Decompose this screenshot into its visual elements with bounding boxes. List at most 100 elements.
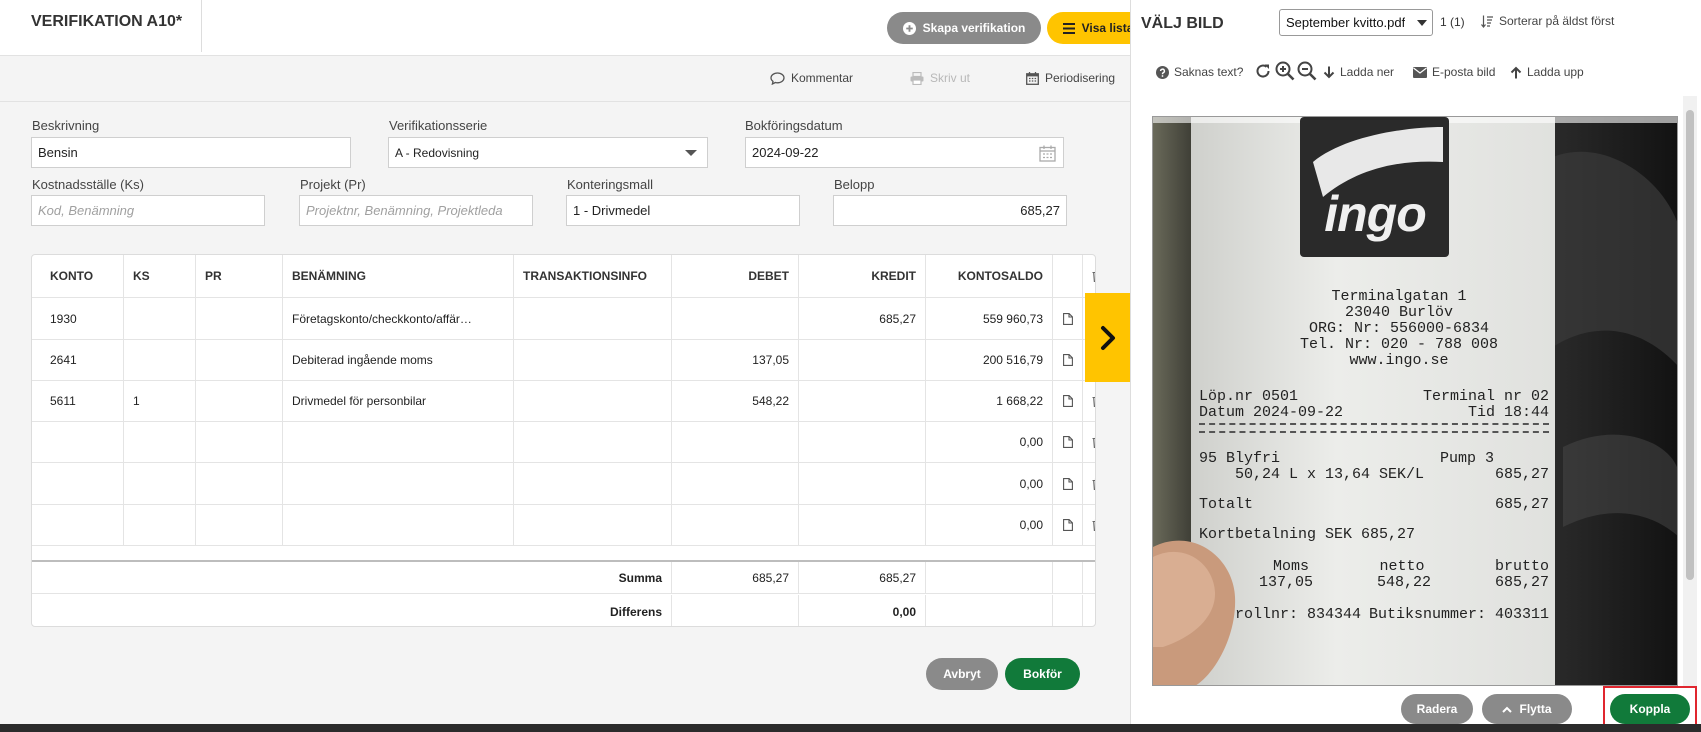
delete-row-button[interactable] bbox=[1083, 422, 1095, 462]
cell-pr[interactable] bbox=[196, 381, 283, 421]
cell-konto[interactable]: 5611 bbox=[32, 381, 124, 421]
cell-info[interactable] bbox=[514, 381, 672, 421]
cell-benamning[interactable]: Företagskonto/checkkonto/affär… bbox=[283, 298, 514, 339]
zoom-in-icon[interactable] bbox=[1275, 61, 1295, 81]
scrollbar-thumb[interactable] bbox=[1686, 110, 1694, 580]
cell-ks[interactable] bbox=[124, 505, 196, 545]
cell-ks[interactable] bbox=[124, 340, 196, 380]
table-row[interactable]: 5611 1 Drivmedel för personbilar 548,22 1 66… bbox=[32, 381, 1095, 422]
cell-info[interactable] bbox=[514, 340, 672, 380]
cost-center-input[interactable]: Kod, Benämning bbox=[31, 195, 265, 226]
booking-date-label: Bokföringsdatum bbox=[745, 118, 843, 133]
cell-benamning[interactable]: Debiterad ingående moms bbox=[283, 340, 514, 380]
cell-ks[interactable]: 1 bbox=[124, 381, 196, 421]
book-button[interactable]: Bokför bbox=[1005, 658, 1080, 690]
cell-pr[interactable] bbox=[196, 298, 283, 339]
table-row[interactable]: 2641 Debiterad ingående moms 137,05 200 516… bbox=[32, 340, 1095, 381]
cell-ks[interactable] bbox=[124, 463, 196, 504]
series-label: Verifikationsserie bbox=[389, 118, 488, 133]
cell-benamning[interactable]: Drivmedel för personbilar bbox=[283, 381, 514, 421]
delete-button[interactable]: Radera bbox=[1401, 694, 1473, 724]
cell-benamning[interactable] bbox=[283, 505, 514, 545]
description-input[interactable]: Bensin bbox=[31, 137, 351, 168]
cell-debet[interactable] bbox=[672, 505, 799, 545]
series-select[interactable]: A - Redovisning bbox=[388, 137, 708, 168]
cell-saldo[interactable]: 559 960,73 bbox=[926, 298, 1053, 339]
receipt-image[interactable]: ingo Terminalgatan 1 23040 Burlöv ORG: Nr:… bbox=[1152, 116, 1678, 686]
cell-debet[interactable] bbox=[672, 298, 799, 339]
file-select[interactable]: September kvitto.pdf bbox=[1279, 9, 1433, 36]
cell-konto[interactable] bbox=[32, 463, 124, 504]
cell-kredit[interactable] bbox=[799, 505, 926, 545]
comment-button[interactable]: Kommentar bbox=[770, 71, 853, 85]
cell-konto[interactable] bbox=[32, 422, 124, 462]
table-row[interactable]: 0,00 bbox=[32, 422, 1095, 463]
rotate-icon[interactable] bbox=[1255, 63, 1271, 79]
project-input[interactable]: Projektnr, Benämning, Projektleda bbox=[299, 195, 533, 226]
collapse-panel-button[interactable] bbox=[1085, 293, 1130, 382]
booking-date-input[interactable]: 2024-09-22 bbox=[745, 137, 1064, 168]
cell-konto[interactable]: 1930 bbox=[32, 298, 124, 339]
delete-row-button[interactable] bbox=[1083, 463, 1095, 504]
table-row[interactable]: 1930 Företagskonto/checkkonto/affär… 685,2… bbox=[32, 298, 1095, 340]
attach-file-button[interactable] bbox=[1053, 422, 1083, 462]
cell-debet[interactable]: 137,05 bbox=[672, 340, 799, 380]
cell-kredit[interactable] bbox=[799, 422, 926, 462]
cell-saldo[interactable]: 200 516,79 bbox=[926, 340, 1053, 380]
delete-all-button[interactable] bbox=[1083, 255, 1095, 297]
cell-konto[interactable] bbox=[32, 505, 124, 545]
cell-konto[interactable]: 2641 bbox=[32, 340, 124, 380]
cell-saldo[interactable]: 0,00 bbox=[926, 463, 1053, 504]
move-button[interactable]: Flytta bbox=[1482, 694, 1572, 724]
table-row[interactable]: 0,00 bbox=[32, 463, 1095, 505]
print-button[interactable]: Skriv ut bbox=[910, 71, 970, 85]
cell-pr[interactable] bbox=[196, 463, 283, 504]
cell-pr[interactable] bbox=[196, 505, 283, 545]
attach-file-button[interactable] bbox=[1053, 505, 1083, 545]
cell-ks[interactable] bbox=[124, 422, 196, 462]
file-icon bbox=[1062, 354, 1073, 366]
cell-benamning[interactable] bbox=[283, 463, 514, 504]
attach-file-button[interactable] bbox=[1053, 463, 1083, 504]
cell-ks[interactable] bbox=[124, 298, 196, 339]
cancel-button[interactable]: Avbryt bbox=[926, 658, 998, 690]
cell-info[interactable] bbox=[514, 463, 672, 504]
cell-kredit[interactable] bbox=[799, 381, 926, 421]
cell-saldo[interactable]: 0,00 bbox=[926, 422, 1053, 462]
delete-row-button[interactable] bbox=[1083, 505, 1095, 545]
cell-kredit[interactable] bbox=[799, 340, 926, 380]
missing-text-button[interactable]: Saknas text? bbox=[1156, 65, 1243, 79]
cell-saldo[interactable]: 1 668,22 bbox=[926, 381, 1053, 421]
attach-file-button[interactable] bbox=[1053, 381, 1083, 421]
attach-file-button[interactable] bbox=[1053, 298, 1083, 339]
sort-button[interactable]: Sorterar på äldst först bbox=[1481, 14, 1614, 28]
accrual-button[interactable]: Periodisering bbox=[1026, 71, 1115, 85]
download-button[interactable]: Ladda ner bbox=[1323, 65, 1394, 79]
col-info: TRANSAKTIONSINFO bbox=[514, 255, 672, 297]
delete-row-button[interactable] bbox=[1083, 381, 1095, 421]
cell-benamning[interactable] bbox=[283, 422, 514, 462]
cell-info[interactable] bbox=[514, 298, 672, 339]
cell-pr[interactable] bbox=[196, 422, 283, 462]
zoom-out-icon[interactable] bbox=[1297, 61, 1317, 81]
template-input[interactable]: 1 - Drivmedel bbox=[566, 195, 800, 226]
cell-info[interactable] bbox=[514, 505, 672, 545]
email-image-button[interactable]: E-posta bild bbox=[1413, 65, 1495, 79]
cell-debet[interactable] bbox=[672, 422, 799, 462]
cell-kredit[interactable] bbox=[799, 463, 926, 504]
cell-info[interactable] bbox=[514, 422, 672, 462]
cell-debet[interactable] bbox=[672, 463, 799, 504]
calendar-icon[interactable] bbox=[1039, 145, 1056, 162]
attach-file-button[interactable] bbox=[1053, 340, 1083, 380]
create-verification-button[interactable]: Skapa verifikation bbox=[887, 12, 1041, 44]
amount-input[interactable]: 685,27 bbox=[833, 195, 1067, 226]
table-row[interactable]: 0,00 bbox=[32, 505, 1095, 546]
viewer-scrollbar[interactable] bbox=[1683, 96, 1697, 686]
cell-debet[interactable]: 548,22 bbox=[672, 381, 799, 421]
cell-kredit[interactable]: 685,27 bbox=[799, 298, 926, 339]
col-debet: DEBET bbox=[672, 255, 799, 297]
cell-pr[interactable] bbox=[196, 340, 283, 380]
col-benamning: BENÄMNING bbox=[283, 255, 514, 297]
cell-saldo[interactable]: 0,00 bbox=[926, 505, 1053, 545]
upload-button[interactable]: Ladda upp bbox=[1510, 65, 1584, 79]
